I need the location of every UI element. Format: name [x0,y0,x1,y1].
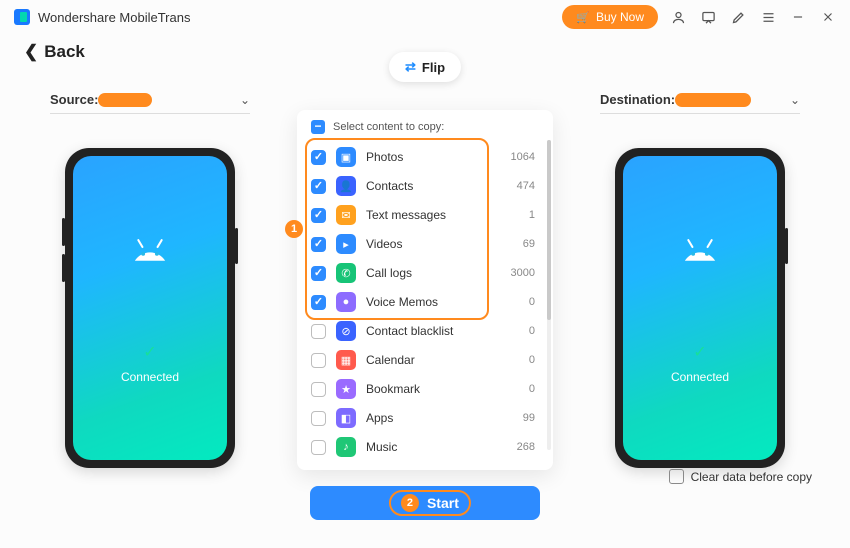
checkbox-icon [669,469,684,484]
back-label: Back [44,42,85,62]
row-checkbox[interactable] [311,440,326,455]
row-count: 69 [523,238,535,250]
source-selector[interactable]: Source: ⌄ [50,92,250,114]
row-icon: ▸ [336,234,356,254]
row-checkbox[interactable] [311,179,326,194]
row-count: 99 [523,412,535,424]
row-icon: ♪ [336,437,356,457]
destination-status: Connected [671,370,729,384]
scrollbar-thumb[interactable] [547,140,551,320]
flip-label: Flip [422,60,445,75]
content-row-bookmark[interactable]: ★ Bookmark 0 [307,375,547,403]
edit-icon[interactable] [730,9,746,25]
row-count: 474 [517,180,535,192]
source-status: Connected [121,370,179,384]
content-row-contact-blacklist[interactable]: ⊘ Contact blacklist 0 [307,317,547,345]
chevron-left-icon: ❮ [24,42,38,62]
content-row-contacts[interactable]: 👤 Contacts 474 [307,172,547,200]
row-label: Text messages [366,208,446,222]
flip-button[interactable]: ⇄ Flip [389,52,461,82]
swap-icon: ⇄ [405,59,416,75]
clear-data-checkbox[interactable]: Clear data before copy [669,469,812,484]
row-label: Call logs [366,266,412,280]
feedback-icon[interactable] [700,9,716,25]
row-icon: ★ [336,379,356,399]
content-row-voice-memos[interactable]: ● Voice Memos 0 [307,288,547,316]
row-count: 0 [529,325,535,337]
destination-phone: ✓ Connected [615,148,785,468]
row-label: Contact blacklist [366,324,453,338]
row-checkbox[interactable] [311,150,326,165]
row-count: 0 [529,383,535,395]
start-label: Start [427,495,459,511]
row-icon: ✉ [336,205,356,225]
row-label: Bookmark [366,382,420,396]
android-icon [128,232,172,262]
check-icon: ✓ [690,342,710,362]
row-icon: ✆ [336,263,356,283]
content-row-videos[interactable]: ▸ Videos 69 [307,230,547,258]
row-label: Contacts [366,179,413,193]
account-icon[interactable] [670,9,686,25]
cart-icon: 🛒 [576,11,590,24]
row-label: Photos [366,150,403,164]
android-icon [678,232,722,262]
row-count: 0 [529,296,535,308]
row-count: 268 [517,441,535,453]
app-title: Wondershare MobileTrans [38,10,190,25]
content-row-calendar[interactable]: ▦ Calendar 0 [307,346,547,374]
row-checkbox[interactable] [311,382,326,397]
source-device-redacted [98,93,152,107]
row-checkbox[interactable] [311,324,326,339]
menu-icon[interactable] [760,9,776,25]
content-row-call-logs[interactable]: ✆ Call logs 3000 [307,259,547,287]
row-icon: ▦ [336,350,356,370]
row-count: 3000 [511,267,535,279]
chevron-down-icon: ⌄ [790,93,800,107]
row-icon: ◧ [336,408,356,428]
chevron-down-icon: ⌄ [240,93,250,107]
clear-data-label: Clear data before copy [691,470,812,484]
content-row-text-messages[interactable]: ✉ Text messages 1 [307,201,547,229]
row-count: 1 [529,209,535,221]
row-label: Voice Memos [366,295,438,309]
row-label: Videos [366,237,402,251]
row-icon: ⊘ [336,321,356,341]
row-checkbox[interactable] [311,295,326,310]
check-icon: ✓ [140,342,160,362]
panel-title: Select content to copy: [333,121,444,133]
destination-device-redacted [675,93,751,107]
source-phone: ✓ Connected [65,148,235,468]
row-label: Music [366,440,397,454]
row-label: Apps [366,411,393,425]
row-checkbox[interactable] [311,411,326,426]
content-row-apps[interactable]: ◧ Apps 99 [307,404,547,432]
row-checkbox[interactable] [311,266,326,281]
row-checkbox[interactable] [311,353,326,368]
row-label: Calendar [366,353,415,367]
source-label: Source: [50,92,98,107]
content-panel: Select content to copy: ▣ Photos 1064 👤 Cont… [297,110,553,470]
row-checkbox[interactable] [311,237,326,252]
buy-now-button[interactable]: 🛒 Buy Now [562,5,658,29]
row-icon: ▣ [336,147,356,167]
row-checkbox[interactable] [311,208,326,223]
content-row-music[interactable]: ♪ Music 268 [307,433,547,461]
row-icon: 👤 [336,176,356,196]
minimize-button[interactable] [790,9,806,25]
start-button[interactable]: 2 Start [310,486,540,520]
buy-now-label: Buy Now [596,10,644,24]
row-count: 1064 [511,151,535,163]
app-logo [14,9,30,25]
row-icon: ● [336,292,356,312]
select-all-checkbox[interactable] [311,120,325,134]
scrollbar[interactable] [547,140,551,450]
row-count: 0 [529,354,535,366]
destination-selector[interactable]: Destination: ⌄ [600,92,800,114]
destination-label: Destination: [600,92,675,107]
close-button[interactable] [820,9,836,25]
callout-2-badge: 2 [401,494,419,512]
content-row-photos[interactable]: ▣ Photos 1064 [307,143,547,171]
